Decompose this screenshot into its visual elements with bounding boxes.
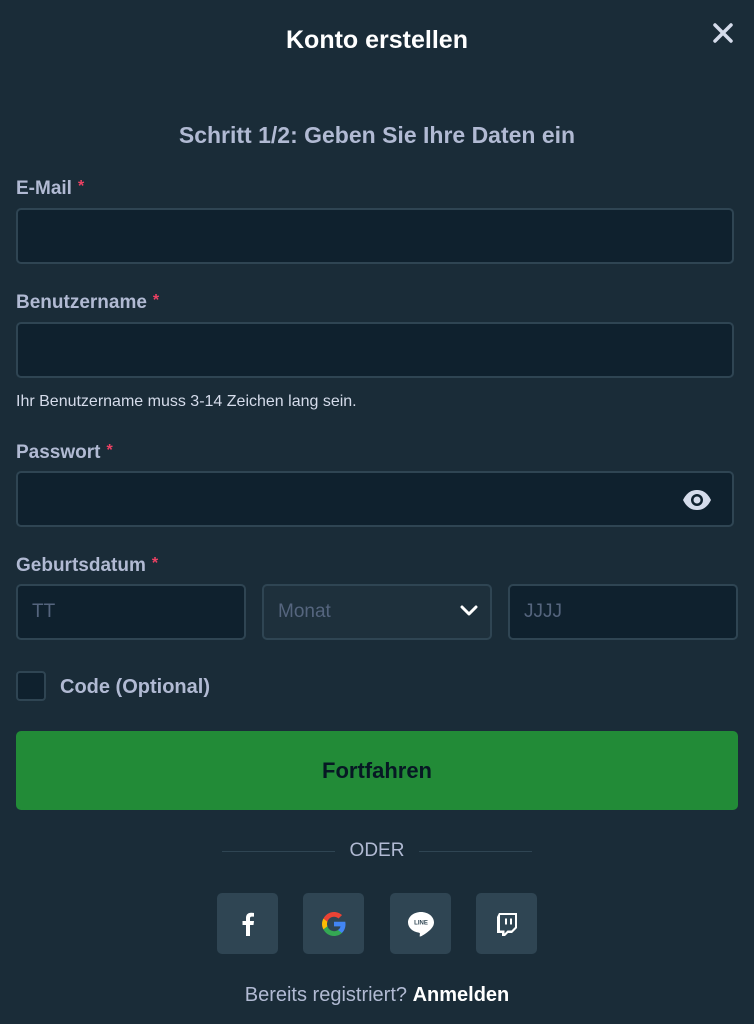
- chevron-down-icon: [460, 605, 478, 616]
- birth-month-placeholder: Monat: [278, 601, 331, 622]
- line-icon-text: LINE: [414, 920, 428, 926]
- code-checkbox[interactable]: [16, 671, 46, 701]
- username-label: Benutzername *: [16, 292, 160, 313]
- divider-line-right: [419, 851, 532, 852]
- birthdate-label: Geburtsdatum *: [16, 555, 159, 576]
- required-asterisk: *: [151, 555, 159, 572]
- password-label: Passwort *: [16, 442, 113, 463]
- step-indicator: Schritt 1/2: Geben Sie Ihre Daten ein: [178, 122, 576, 148]
- facebook-icon: [242, 912, 254, 936]
- or-divider-text: ODER: [349, 840, 405, 861]
- required-asterisk: *: [77, 178, 85, 195]
- close-icon[interactable]: [710, 20, 736, 46]
- password-field[interactable]: [16, 471, 734, 527]
- twitch-icon: [496, 912, 517, 936]
- google-login-button[interactable]: [303, 893, 364, 954]
- birth-day-input[interactable]: TT: [16, 584, 246, 640]
- twitch-login-button[interactable]: [476, 893, 537, 954]
- code-checkbox-label[interactable]: Code (Optional): [60, 676, 210, 699]
- birth-day-placeholder: TT: [32, 601, 56, 622]
- birth-year-input[interactable]: JJJJ: [508, 584, 738, 640]
- line-login-button[interactable]: LINE: [390, 893, 451, 954]
- email-field[interactable]: [16, 208, 734, 264]
- login-prompt: Bereits registriert? Anmelden: [0, 984, 754, 1007]
- username-hint: Ihr Benutzername muss 3-14 Zeichen lang …: [16, 393, 357, 410]
- username-field[interactable]: [16, 322, 734, 378]
- required-asterisk: *: [106, 442, 113, 459]
- google-icon: [321, 911, 345, 936]
- login-link[interactable]: Anmelden: [413, 984, 510, 1006]
- line-icon: LINE: [407, 911, 434, 937]
- eye-icon[interactable]: [682, 488, 712, 512]
- required-asterisk: *: [152, 292, 160, 309]
- facebook-login-button[interactable]: [217, 893, 278, 954]
- birth-month-select[interactable]: Monat: [262, 584, 492, 640]
- already-registered-text: Bereits registriert?: [244, 984, 408, 1006]
- modal-title: Konto erstellen: [286, 26, 468, 54]
- continue-button[interactable]: Fortfahren: [16, 731, 738, 810]
- birth-year-placeholder: JJJJ: [524, 601, 562, 622]
- modal-header: Konto erstellen: [0, 0, 754, 84]
- email-label: E-Mail *: [16, 178, 85, 199]
